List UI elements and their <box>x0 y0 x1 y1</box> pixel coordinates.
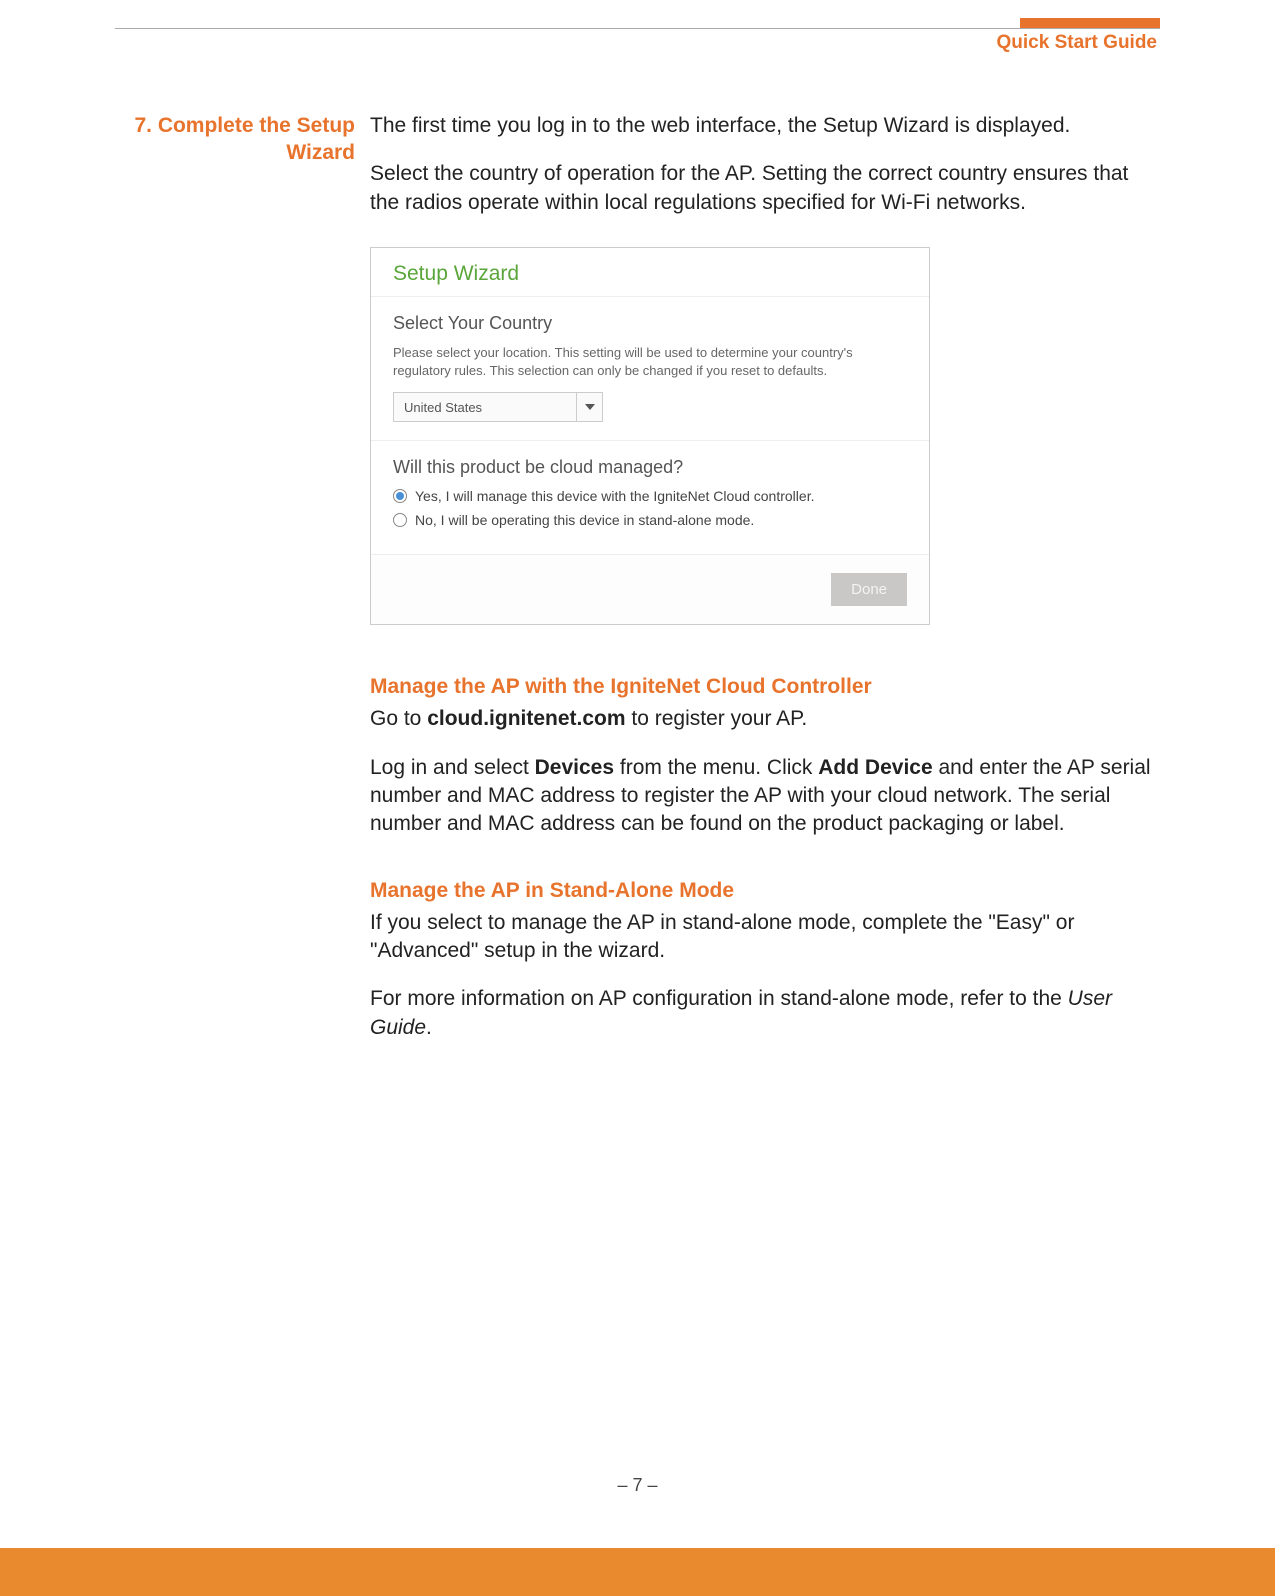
page-number: – 7 – <box>0 1475 1275 1496</box>
done-button[interactable]: Done <box>831 573 907 606</box>
add-device-label: Add Device <box>818 756 932 779</box>
text: . <box>426 1016 432 1039</box>
setup-wizard-panel: Setup Wizard Select Your Country Please … <box>370 247 930 625</box>
header-title: Quick Start Guide <box>997 32 1157 54</box>
country-help-text: Please select your location. This settin… <box>393 344 907 380</box>
cloud-url: cloud.ignitenet.com <box>427 707 625 730</box>
text: For more information on AP configuration… <box>370 987 1068 1010</box>
header-rule <box>115 28 1160 29</box>
text: Go to <box>370 707 427 730</box>
country-select[interactable]: United States <box>393 392 603 422</box>
wizard-cloud-section: Will this product be cloud managed? Yes,… <box>371 441 929 555</box>
wizard-country-section: Select Your Country Please select your l… <box>371 297 929 441</box>
text: Log in and select <box>370 756 535 779</box>
cloud-paragraph-2: Log in and select Devices from the menu.… <box>370 754 1158 839</box>
standalone-paragraph-1: If you select to manage the AP in stand-… <box>370 909 1158 966</box>
header-accent-tab <box>1020 18 1160 28</box>
cloud-controller-heading: Manage the AP with the IgniteNet Cloud C… <box>370 675 1158 699</box>
country-select-dropdown-button[interactable] <box>576 393 602 421</box>
radio-option-yes[interactable]: Yes, I will manage this device with the … <box>393 488 907 504</box>
radio-icon-checked <box>393 489 407 503</box>
chevron-down-icon <box>585 404 595 410</box>
text: from the menu. Click <box>614 756 818 779</box>
cloud-paragraph-1: Go to cloud.ignitenet.com to register yo… <box>370 705 1158 733</box>
cloud-heading: Will this product be cloud managed? <box>393 457 907 478</box>
wizard-footer: Done <box>371 555 929 624</box>
wizard-title: Setup Wizard <box>371 248 929 297</box>
standalone-paragraph-2: For more information on AP configuration… <box>370 985 1158 1042</box>
text: to register your AP. <box>626 707 808 730</box>
intro-paragraph-2: Select the country of operation for the … <box>370 160 1158 217</box>
radio-icon-unchecked <box>393 513 407 527</box>
devices-label: Devices <box>535 756 614 779</box>
main-column: The first time you log in to the web int… <box>370 112 1158 1062</box>
country-heading: Select Your Country <box>393 313 907 334</box>
standalone-heading: Manage the AP in Stand-Alone Mode <box>370 879 1158 903</box>
radio-yes-label: Yes, I will manage this device with the … <box>415 488 814 504</box>
footer-bar <box>0 1548 1275 1596</box>
radio-no-label: No, I will be operating this device in s… <box>415 512 754 528</box>
section-heading: 7. Complete the Setup Wizard <box>115 112 355 167</box>
radio-option-no[interactable]: No, I will be operating this device in s… <box>393 512 907 528</box>
country-select-value: United States <box>394 400 576 415</box>
intro-paragraph-1: The first time you log in to the web int… <box>370 112 1158 140</box>
